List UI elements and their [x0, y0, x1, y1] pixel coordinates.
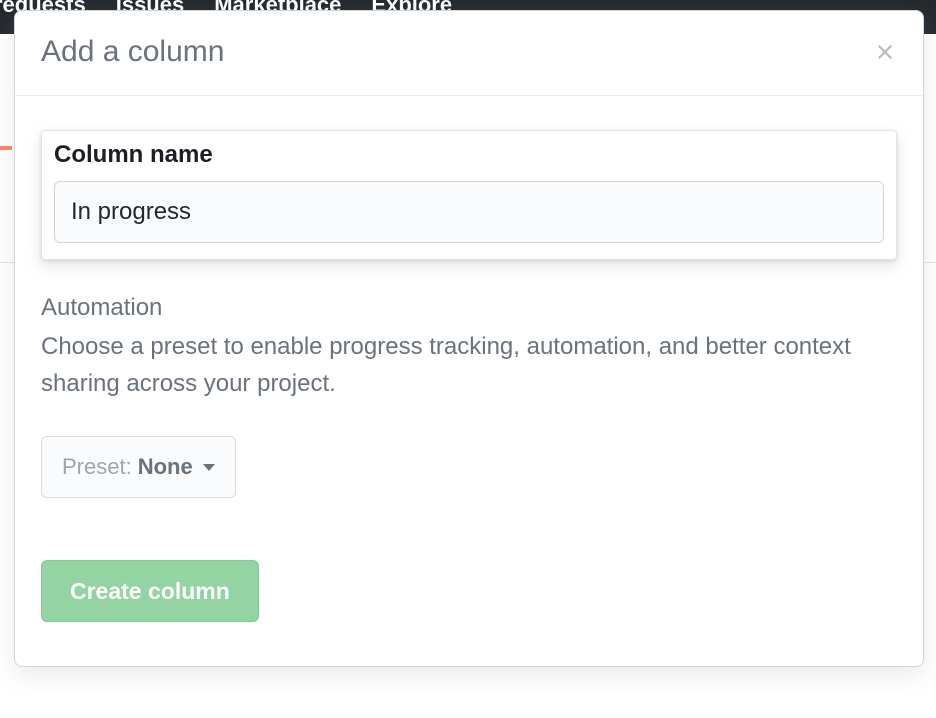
- add-column-modal: Add a column Column name Automation Choo…: [14, 10, 924, 667]
- background-tab-indicator: [0, 146, 12, 150]
- modal-header: Add a column: [15, 11, 923, 96]
- modal-title: Add a column: [41, 35, 224, 69]
- automation-description: Choose a preset to enable progress track…: [41, 328, 897, 402]
- preset-value: None: [138, 454, 193, 480]
- chevron-down-icon: [203, 464, 215, 471]
- column-name-label: Column name: [54, 141, 884, 169]
- column-name-input[interactable]: [54, 181, 884, 243]
- preset-label: Preset:: [62, 454, 132, 480]
- create-column-button[interactable]: Create column: [41, 560, 259, 622]
- column-name-card: Column name: [41, 130, 897, 260]
- close-button[interactable]: [873, 40, 897, 64]
- automation-heading: Automation: [41, 294, 897, 322]
- preset-dropdown-button[interactable]: Preset: None: [41, 436, 236, 498]
- close-icon: [873, 40, 897, 64]
- modal-body: Column name Automation Choose a preset t…: [15, 130, 923, 666]
